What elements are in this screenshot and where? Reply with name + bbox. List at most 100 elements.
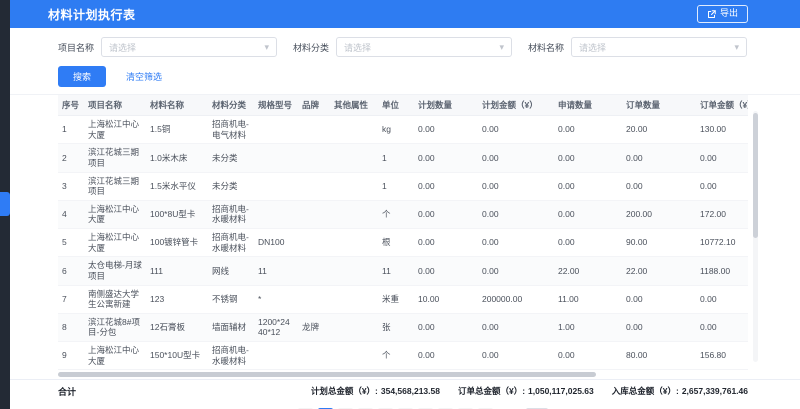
export-icon [707, 10, 716, 19]
table-cell [298, 229, 330, 257]
table-cell: 10772.10 [696, 229, 748, 257]
summary-items: 计划总金额（¥）:354,568,213.58 订单总金额（¥）:1,050,11… [311, 385, 748, 397]
table-cell: 未分类 [208, 172, 254, 200]
table-cell: 招商机电-水暖材料 [208, 200, 254, 228]
table-cell: 0.00 [414, 172, 478, 200]
table-cell [254, 144, 298, 172]
table-cell: 0.00 [554, 172, 622, 200]
table-cell: 招商机电-电气材料 [208, 116, 254, 144]
table-cell: kg [378, 116, 414, 144]
table-cell: 0.00 [478, 342, 554, 370]
column-header: 计划数量 [414, 95, 478, 116]
table-cell: 100镀锌管卡 [146, 229, 208, 257]
table-cell: 0.00 [414, 257, 478, 285]
select-material-name[interactable]: 请选择▾ [571, 37, 747, 57]
table-cell [330, 313, 378, 341]
select-placeholder: 请选择 [109, 41, 264, 54]
select-material-category[interactable]: 请选择▾ [336, 37, 512, 57]
table-cell: 0.00 [622, 144, 696, 172]
table-cell: 滨江花城8#项目-分包 [84, 313, 146, 341]
vertical-scrollbar[interactable] [753, 111, 758, 362]
table-cell: 90.00 [622, 229, 696, 257]
table-cell: 0.00 [696, 172, 748, 200]
table-cell: 0.00 [554, 144, 622, 172]
table-cell: 6 [58, 257, 84, 285]
summary-item: 订单总金额（¥）:1,050,117,025.63 [458, 385, 594, 397]
horizontal-scrollbar-thumb[interactable] [58, 372, 596, 377]
select-project-name[interactable]: 请选择▾ [101, 37, 277, 57]
table-cell: 5 [58, 229, 84, 257]
filter-group-material-name: 材料名称请选择▾ [528, 37, 747, 57]
column-header: 其他属性 [330, 95, 378, 116]
table-cell: 111 [146, 257, 208, 285]
summary-item: 计划总金额（¥）:354,568,213.58 [311, 385, 440, 397]
table-cell [254, 116, 298, 144]
table-cell: 0.00 [414, 229, 478, 257]
table-cell: 南侧盛达大学生公寓新建 [84, 285, 146, 313]
table-cell: 130.00 [696, 116, 748, 144]
table-cell: 4 [58, 200, 84, 228]
filter-group-material-category: 材料分类请选择▾ [293, 37, 512, 57]
table-cell [298, 342, 330, 370]
table-cell [254, 200, 298, 228]
sidebar-expand-handle[interactable] [0, 192, 10, 216]
table-cell: 0.00 [414, 342, 478, 370]
table-cell: 张 [378, 313, 414, 341]
table-cell: 0.00 [414, 313, 478, 341]
table-cell [330, 116, 378, 144]
table-cell: 1.5铜 [146, 116, 208, 144]
table-cell: 1 [58, 116, 84, 144]
table-cell: 0.00 [554, 229, 622, 257]
summary-item-value: 354,568,213.58 [381, 386, 440, 396]
table-body: 1上海松江中心大厦1.5铜招商机电-电气材料kg0.000.000.0020.0… [58, 116, 748, 370]
chevron-down-icon: ▾ [735, 43, 740, 52]
table-cell: 0.00 [414, 200, 478, 228]
table-cell: 个 [378, 342, 414, 370]
main-panel: 材料计划执行表 导出 项目名称请选择▾材料分类请选择▾材料名称请选择▾ 搜索 清… [10, 0, 800, 409]
table-cell: 0.00 [414, 116, 478, 144]
filter-bar: 项目名称请选择▾材料分类请选择▾材料名称请选择▾ [10, 28, 800, 60]
table-cell: 上海松江中心大厦 [84, 342, 146, 370]
table-cell: 22.00 [622, 257, 696, 285]
clear-filters-button[interactable]: 清空筛选 [126, 70, 162, 83]
table-cell: 龙牌 [298, 313, 330, 341]
table-cell [298, 116, 330, 144]
table-header-row: 序号项目名称材料名称材料分类规格型号品牌其他属性单位计划数量计划金额（¥）申请数… [58, 95, 748, 116]
table-cell: 网线 [208, 257, 254, 285]
filter-label: 项目名称 [58, 41, 94, 54]
table-cell: 墙面辅材 [208, 313, 254, 341]
table-row: 8滨江花城8#项目-分包12石膏板墙面辅材1200*2440*12龙牌张0.00… [58, 313, 748, 341]
filter-label: 材料名称 [528, 41, 564, 54]
table-cell: 0.00 [622, 285, 696, 313]
table-cell: 150*10U型卡 [146, 342, 208, 370]
table-section: 序号项目名称材料名称材料分类规格型号品牌其他属性单位计划数量计划金额（¥）申请数… [10, 94, 800, 370]
topbar: 材料计划执行表 导出 [10, 0, 800, 28]
table-cell: 1.5米水平仪 [146, 172, 208, 200]
table-cell: 20.00 [622, 116, 696, 144]
table-cell [298, 200, 330, 228]
export-button[interactable]: 导出 [697, 5, 748, 23]
table-cell: 招商机电-水暖材料 [208, 342, 254, 370]
table-cell: 0.00 [622, 313, 696, 341]
chevron-down-icon: ▾ [500, 43, 505, 52]
search-button[interactable]: 搜索 [58, 66, 106, 87]
column-header: 品牌 [298, 95, 330, 116]
table-row: 2滨江花城三期项目1.0米木床未分类10.000.000.000.000.00 [58, 144, 748, 172]
horizontal-scrollbar[interactable] [58, 372, 748, 377]
table-cell: 1200*2440*12 [254, 313, 298, 341]
summary-item-label: 计划总金额（¥）: [311, 386, 378, 396]
column-header: 序号 [58, 95, 84, 116]
table-cell: 1 [378, 172, 414, 200]
chevron-down-icon: ▾ [264, 43, 269, 52]
select-placeholder: 请选择 [579, 41, 734, 54]
table-cell: 米重 [378, 285, 414, 313]
table-cell [330, 229, 378, 257]
table-cell: 200.00 [622, 200, 696, 228]
vertical-scrollbar-thumb[interactable] [753, 113, 758, 238]
table-cell: 11 [254, 257, 298, 285]
table-cell [330, 144, 378, 172]
table-cell [254, 342, 298, 370]
app-sidebar [0, 0, 10, 409]
table-cell [298, 257, 330, 285]
table-cell: 9 [58, 342, 84, 370]
